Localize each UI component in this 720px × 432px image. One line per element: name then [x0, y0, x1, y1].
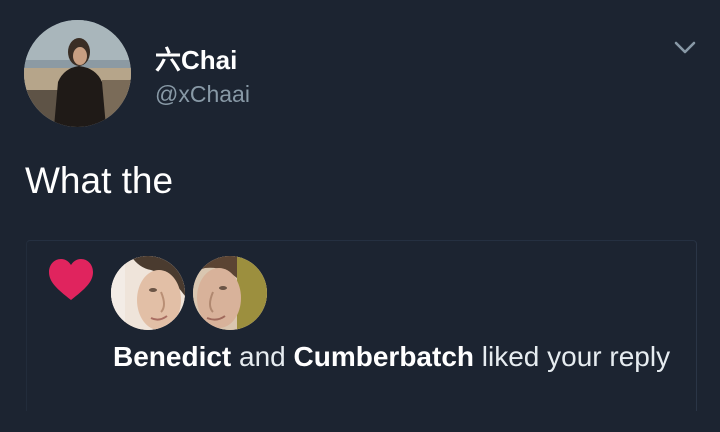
liker-avatar[interactable] [111, 256, 185, 330]
liker-avatar[interactable] [193, 256, 267, 330]
avatar[interactable] [24, 20, 131, 127]
liker-name[interactable]: Cumberbatch [294, 341, 474, 372]
joiner-text: and [239, 341, 286, 372]
tweet-text: What the [25, 160, 174, 201]
heart-icon [49, 259, 93, 300]
liker-name[interactable]: Benedict [113, 341, 231, 372]
action-text: liked your reply [481, 341, 671, 372]
chevron-down-icon[interactable] [674, 40, 696, 56]
user-handle[interactable]: @xChaai [155, 81, 250, 108]
notification-text: Benedict and Cumberbatch liked your repl… [113, 338, 693, 376]
display-name[interactable]: 六Chai [155, 40, 237, 77]
tweet: 六Chai @xChaai What the Benedict and Cumb… [0, 0, 720, 432]
